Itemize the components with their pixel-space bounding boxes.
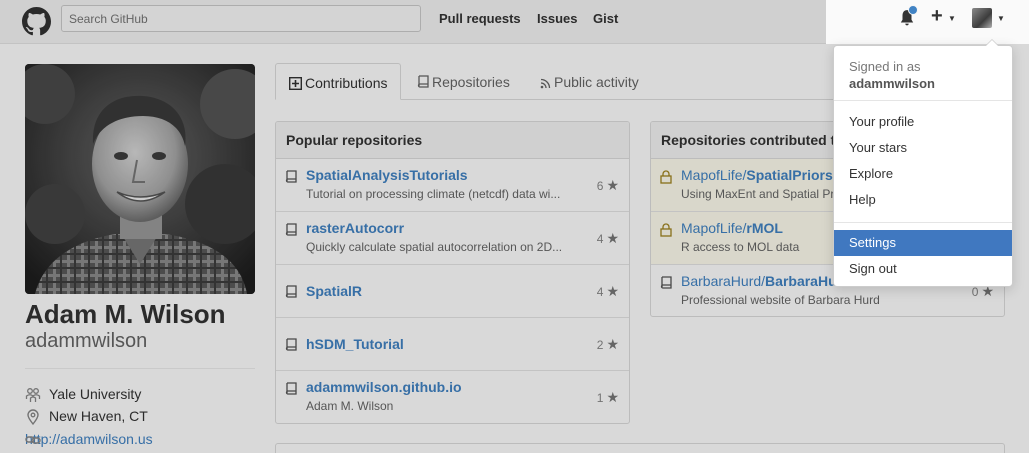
chevron-down-icon: ▼: [948, 14, 956, 23]
user-menu-avatar[interactable]: [972, 8, 992, 28]
notification-indicator: [908, 5, 918, 15]
menu-divider: [834, 222, 1012, 223]
user-dropdown-menu: Signed in as adammwilson Your profile Yo…: [833, 39, 1013, 287]
menu-item-help[interactable]: Help: [834, 187, 1012, 213]
create-new-button[interactable]: +: [931, 5, 943, 27]
menu-divider: [834, 100, 1012, 101]
menu-item-settings[interactable]: Settings: [834, 230, 1012, 256]
menu-item-sign-out[interactable]: Sign out: [834, 256, 1012, 282]
signed-in-header: Signed in as adammwilson: [849, 58, 935, 92]
chevron-down-icon: ▼: [997, 14, 1005, 23]
menu-item-your-stars[interactable]: Your stars: [834, 135, 1012, 161]
signed-in-label: Signed in as: [849, 59, 921, 74]
signed-in-user: adammwilson: [849, 76, 935, 91]
menu-item-explore[interactable]: Explore: [834, 161, 1012, 187]
menu-item-your-profile[interactable]: Your profile: [834, 109, 1012, 135]
